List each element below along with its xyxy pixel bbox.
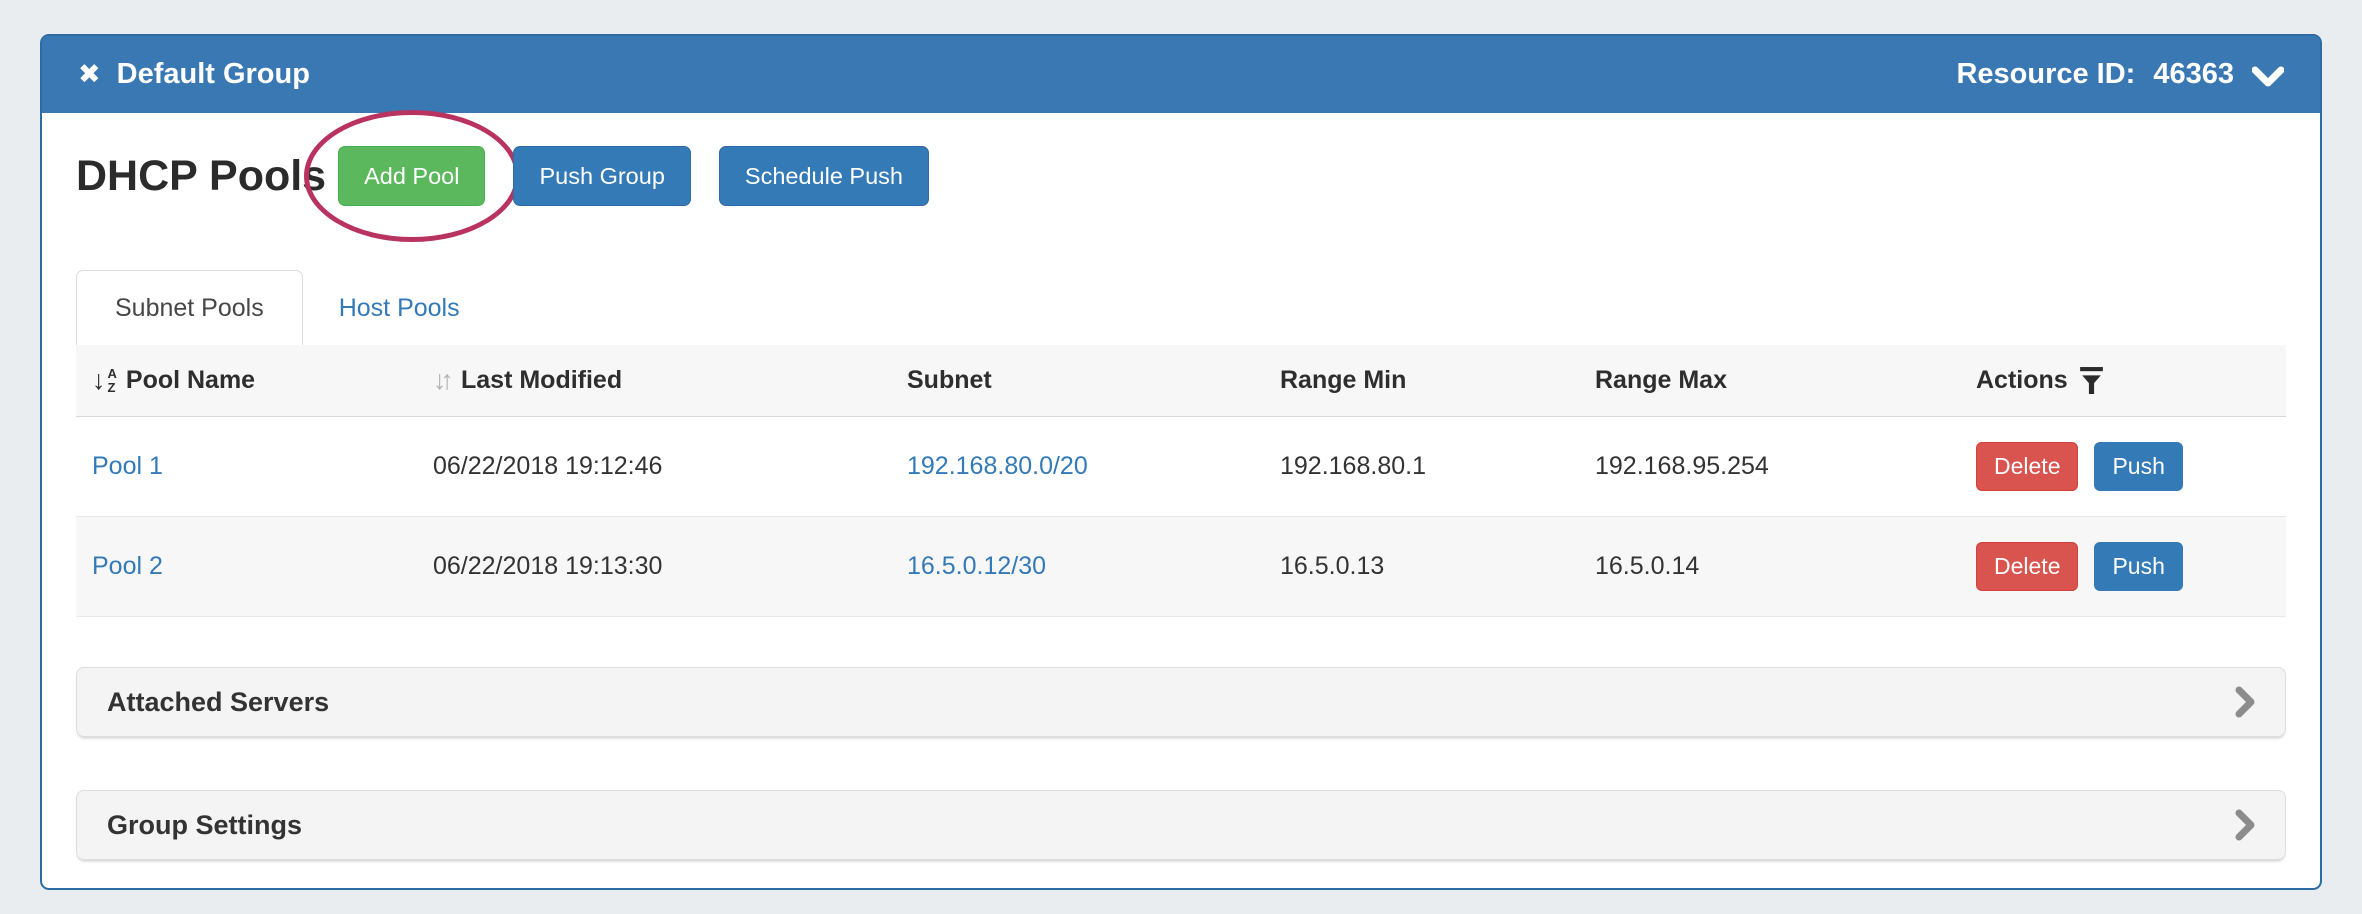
push-group-wrap: Push Group bbox=[513, 146, 690, 206]
column-header-range-min[interactable]: Range Min bbox=[1264, 345, 1579, 417]
schedule-push-button[interactable]: Schedule Push bbox=[719, 146, 929, 206]
push-group-button[interactable]: Push Group bbox=[513, 146, 690, 206]
add-pool-wrap: Add Pool bbox=[338, 146, 485, 206]
accordion-group-settings[interactable]: Group Settings bbox=[76, 790, 2286, 860]
add-pool-button[interactable]: Add Pool bbox=[338, 146, 485, 206]
last-modified-cell: 06/22/2018 19:13:30 bbox=[417, 517, 891, 617]
table-row: Pool 1 06/22/2018 19:12:46 192.168.80.0/… bbox=[76, 417, 2286, 517]
accordion-label: Group Settings bbox=[107, 810, 302, 841]
pool-name-link[interactable]: Pool 2 bbox=[92, 552, 163, 580]
column-header-pool-name[interactable]: ↓ A Z Pool Name bbox=[76, 345, 417, 417]
pool-name-link[interactable]: Pool 1 bbox=[92, 452, 163, 480]
last-modified-cell: 06/22/2018 19:12:46 bbox=[417, 417, 891, 517]
column-header-actions[interactable]: Actions bbox=[1960, 345, 2286, 417]
subnet-link[interactable]: 16.5.0.12/30 bbox=[907, 552, 1046, 580]
column-header-last-modified[interactable]: ↓ ↑ Last Modified bbox=[417, 345, 891, 417]
push-button[interactable]: Push bbox=[2094, 542, 2182, 591]
subnet-link[interactable]: 192.168.80.0/20 bbox=[907, 452, 1088, 480]
close-icon[interactable]: ✖ bbox=[78, 61, 101, 88]
table-header-row: ↓ A Z Pool Name ↓ bbox=[76, 345, 2286, 417]
panel-header-left: ✖ Default Group bbox=[78, 58, 310, 91]
range-min-cell: 16.5.0.13 bbox=[1264, 517, 1579, 617]
sort-alpha-asc-icon: ↓ A Z bbox=[92, 367, 117, 394]
panel-content: DHCP Pools Add Pool Push Group Schedule … bbox=[42, 145, 2320, 860]
range-max-cell: 192.168.95.254 bbox=[1579, 417, 1960, 517]
group-title: Default Group bbox=[117, 58, 310, 91]
group-panel: ✖ Default Group Resource ID: 46363 DHCP … bbox=[40, 34, 2322, 890]
column-header-subnet[interactable]: Subnet bbox=[891, 345, 1264, 417]
table-row: Pool 2 06/22/2018 19:13:30 16.5.0.12/30 … bbox=[76, 517, 2286, 617]
tab-host-pools[interactable]: Host Pools bbox=[303, 271, 496, 345]
resource-id-toggle[interactable]: Resource ID: 46363 bbox=[1956, 58, 2284, 91]
chevron-right-icon bbox=[2235, 809, 2255, 841]
range-max-cell: 16.5.0.14 bbox=[1579, 517, 1960, 617]
title-row: DHCP Pools Add Pool Push Group Schedule … bbox=[76, 145, 2286, 207]
accordion-label: Attached Servers bbox=[107, 687, 329, 718]
delete-button[interactable]: Delete bbox=[1976, 542, 2078, 591]
page-title: DHCP Pools bbox=[76, 155, 326, 198]
accordion-attached-servers[interactable]: Attached Servers bbox=[76, 667, 2286, 737]
page-background: { "colors": { "page_bg": "#e9edf0", "hea… bbox=[0, 0, 2362, 914]
resource-id-value: 46363 bbox=[2153, 58, 2234, 91]
delete-button[interactable]: Delete bbox=[1976, 442, 2078, 491]
push-button[interactable]: Push bbox=[2094, 442, 2182, 491]
panel-header: ✖ Default Group Resource ID: 46363 bbox=[42, 36, 2320, 113]
chevron-down-icon bbox=[2252, 66, 2284, 88]
tab-subnet-pools[interactable]: Subnet Pools bbox=[76, 270, 303, 345]
schedule-push-wrap: Schedule Push bbox=[719, 146, 929, 206]
filter-icon[interactable] bbox=[2079, 366, 2104, 395]
subnet-pools-table: ↓ A Z Pool Name ↓ bbox=[76, 345, 2286, 617]
sort-unsorted-icon: ↓ ↑ bbox=[433, 367, 448, 394]
range-min-cell: 192.168.80.1 bbox=[1264, 417, 1579, 517]
resource-id-label: Resource ID: bbox=[1956, 58, 2135, 91]
chevron-right-icon bbox=[2235, 686, 2255, 718]
column-header-range-max[interactable]: Range Max bbox=[1579, 345, 1960, 417]
pool-tabs: Subnet Pools Host Pools bbox=[76, 270, 2286, 345]
